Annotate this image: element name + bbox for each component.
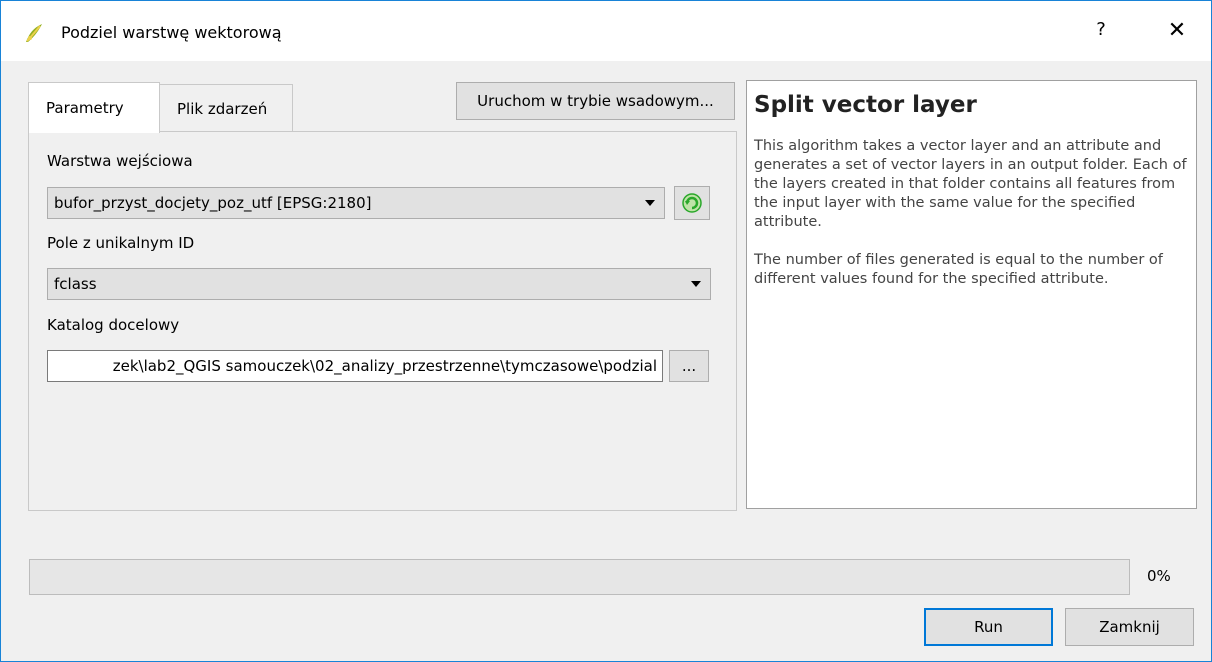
help-title: Split vector layer (754, 92, 977, 118)
help-button[interactable]: ? (1091, 19, 1111, 40)
help-paragraph-2: The number of files generated is equal t… (754, 252, 1163, 287)
help-panel: Split vector layer This algorithm takes … (746, 80, 1197, 509)
run-button[interactable]: Run (924, 608, 1053, 646)
unique-field-combo[interactable]: fclass (47, 268, 711, 300)
title-bar: Podziel warstwę wektorową ? ✕ (1, 1, 1211, 61)
browse-button[interactable]: ... (669, 350, 709, 382)
output-dir-input[interactable]: zek\lab2_QGIS samouczek\02_analizy_przes… (47, 350, 663, 382)
progress-bar (29, 559, 1130, 595)
help-paragraph-1: This algorithm takes a vector layer and … (754, 138, 1187, 230)
close-window-button[interactable]: ✕ (1165, 18, 1189, 43)
input-layer-label: Warstwa wejściowa (47, 152, 193, 170)
unique-field-value: fclass (54, 275, 97, 293)
qgis-icon (26, 24, 42, 42)
window-title: Podziel warstwę wektorową (61, 23, 282, 42)
refresh-icon (682, 193, 702, 213)
input-layer-combo[interactable]: bufor_przyst_docjety_poz_utf [EPSG:2180] (47, 187, 665, 219)
run-batch-button[interactable]: Uruchom w trybie wsadowym... (456, 82, 735, 120)
chevron-down-icon (645, 200, 655, 206)
iterate-button[interactable] (674, 186, 710, 220)
tab-parameters[interactable]: Parametry (28, 82, 160, 133)
close-button[interactable]: Zamknij (1065, 608, 1194, 646)
input-layer-value: bufor_przyst_docjety_poz_utf [EPSG:2180] (54, 194, 372, 212)
progress-percent: 0% (1147, 567, 1171, 585)
output-dir-value: zek\lab2_QGIS samouczek\02_analizy_przes… (112, 357, 657, 375)
unique-field-label: Pole z unikalnym ID (47, 234, 195, 252)
chevron-down-icon (691, 281, 701, 287)
output-dir-label: Katalog docelowy (47, 316, 180, 334)
tab-log[interactable]: Plik zdarzeń (159, 84, 293, 132)
